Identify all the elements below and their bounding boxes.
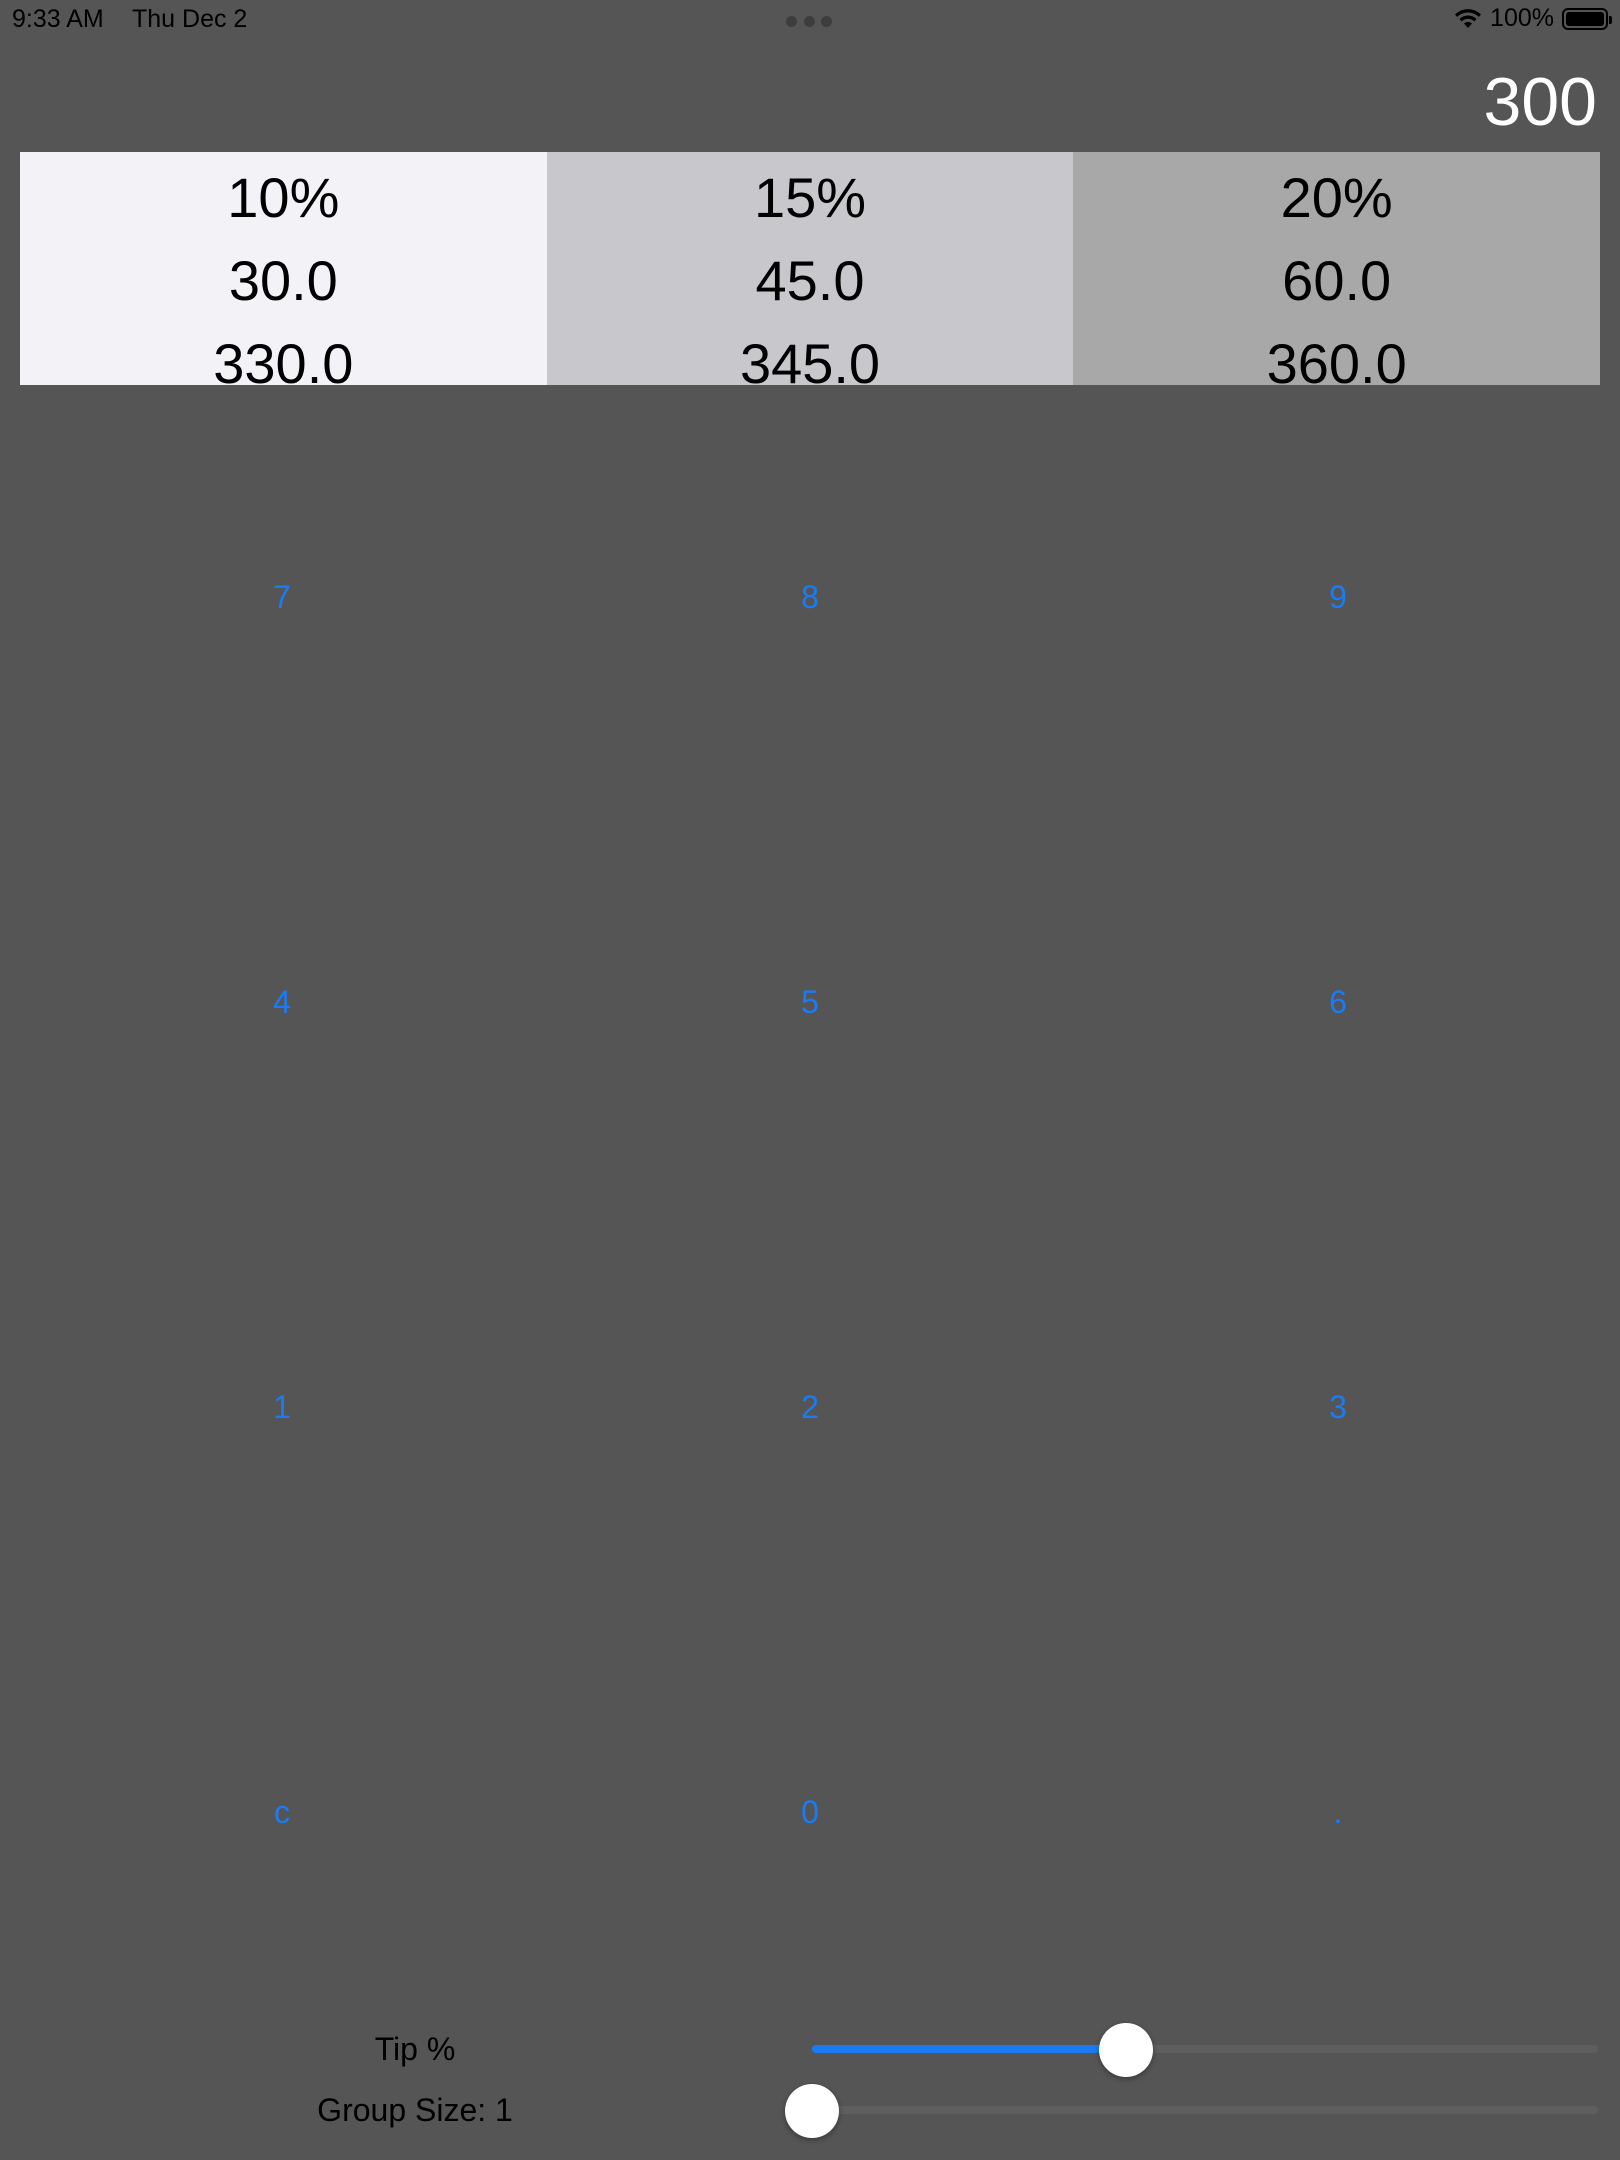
key-7[interactable]: 7 xyxy=(18,395,546,800)
key-4[interactable]: 4 xyxy=(18,800,546,1205)
key-3[interactable]: 3 xyxy=(1074,1205,1602,1610)
wifi-icon xyxy=(1454,8,1482,30)
tip-column-10: 10% 30.0 330.0 xyxy=(20,152,547,395)
group-size-slider[interactable] xyxy=(785,2084,1598,2138)
tip-slider-fill xyxy=(812,2045,1127,2053)
tip-slider-thumb[interactable] xyxy=(1099,2023,1154,2077)
status-time: 9:33 AM xyxy=(12,5,104,33)
decimal-button[interactable]: . xyxy=(1074,1610,1602,2015)
key-6[interactable]: 6 xyxy=(1074,800,1602,1205)
tip-table: 10% 30.0 330.0 15% 45.0 345.0 20% 60.0 3… xyxy=(20,152,1601,395)
tip-slider-label: Tip % xyxy=(374,2031,456,2067)
tip-amount: 60.0 xyxy=(1282,249,1392,312)
tip-total: 330.0 xyxy=(213,332,354,395)
tip-amount: 45.0 xyxy=(755,249,865,312)
tip-column-15: 15% 45.0 345.0 xyxy=(546,152,1074,395)
tip-total: 345.0 xyxy=(739,332,881,395)
clear-button[interactable]: c xyxy=(18,1610,546,2015)
tip-percent: 20% xyxy=(1280,166,1393,229)
battery-icon xyxy=(1562,7,1612,30)
key-8[interactable]: 8 xyxy=(546,395,1074,800)
key-0[interactable]: 0 xyxy=(546,1610,1074,2015)
tip-percent: 15% xyxy=(753,166,867,229)
amount-display: 300 xyxy=(1483,64,1597,140)
tip-percent: 10% xyxy=(227,166,340,229)
key-9[interactable]: 9 xyxy=(1074,395,1602,800)
key-1[interactable]: 1 xyxy=(18,1205,546,1610)
key-2[interactable]: 2 xyxy=(546,1205,1074,1610)
tip-slider[interactable] xyxy=(812,2023,1598,2077)
group-size-slider-thumb[interactable] xyxy=(785,2084,839,2138)
tip-amount: 30.0 xyxy=(228,249,338,312)
battery-percentage: 100% xyxy=(1490,4,1554,32)
group-size-label: Group Size: 1 xyxy=(317,2092,513,2128)
key-5[interactable]: 5 xyxy=(546,800,1074,1205)
keypad: 7 8 9 4 5 6 1 2 3 c 0 . xyxy=(0,395,1620,2015)
status-bar: 9:33 AM Thu Dec 2 100% xyxy=(0,0,1620,40)
multitask-dots-icon[interactable] xyxy=(786,16,832,28)
tip-total: 360.0 xyxy=(1266,332,1407,395)
group-size-slider-row: Group Size: 1 xyxy=(0,2080,1620,2140)
tip-column-20: 20% 60.0 360.0 xyxy=(1073,152,1601,395)
tip-calculator-screen: 9:33 AM Thu Dec 2 100% 300 10% 30.0 330.… xyxy=(0,0,1620,2160)
status-date: Thu Dec 2 xyxy=(132,5,248,33)
tip-slider-row: Tip % xyxy=(0,2019,1620,2079)
status-indicators: 100% xyxy=(1454,4,1612,33)
